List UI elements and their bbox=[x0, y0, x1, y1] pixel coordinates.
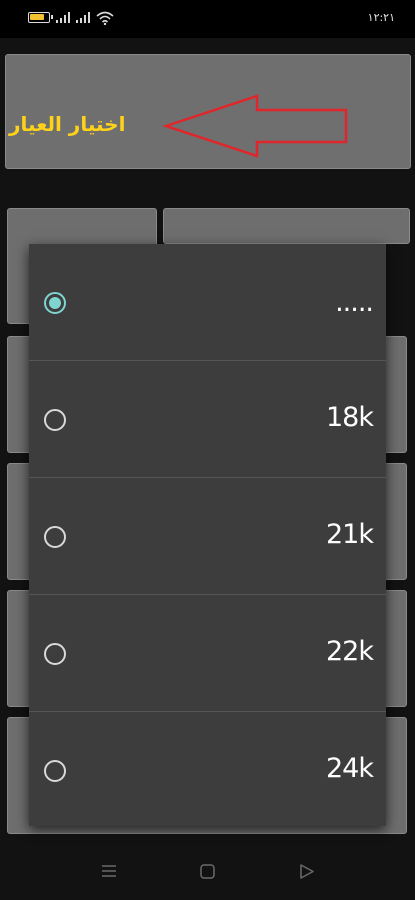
wifi-icon bbox=[96, 11, 114, 25]
battery-icon bbox=[28, 12, 53, 23]
option-item[interactable]: 18k bbox=[29, 361, 386, 478]
radio-button[interactable] bbox=[44, 526, 66, 548]
option-item[interactable]: 21k bbox=[29, 478, 386, 595]
menu-icon[interactable] bbox=[101, 864, 117, 878]
radio-button[interactable] bbox=[44, 643, 66, 665]
radio-button[interactable] bbox=[44, 760, 66, 782]
option-label: 18k bbox=[326, 402, 374, 433]
status-time: ١٢:٢١ bbox=[367, 11, 395, 24]
radio-button[interactable] bbox=[44, 409, 66, 431]
option-item[interactable]: ..... bbox=[29, 244, 386, 361]
radio-button-selected[interactable] bbox=[44, 292, 66, 314]
navigation-bar bbox=[0, 846, 415, 900]
karat-selection-dialog: ..... 18k 21k 22k 24k bbox=[29, 244, 386, 826]
option-item[interactable]: 24k bbox=[29, 712, 386, 829]
annotation-label: اختيار العيار bbox=[9, 112, 126, 136]
signal-icon bbox=[76, 12, 90, 23]
red-arrow-icon bbox=[162, 94, 348, 158]
signal-icon bbox=[56, 12, 70, 23]
option-label: 24k bbox=[326, 753, 374, 784]
back-icon[interactable] bbox=[299, 864, 314, 879]
option-label: 21k bbox=[326, 519, 374, 550]
option-label: 22k bbox=[326, 636, 374, 667]
option-item[interactable]: 22k bbox=[29, 595, 386, 712]
option-label: ..... bbox=[335, 287, 374, 318]
background-card bbox=[163, 208, 410, 244]
status-bar: ١٢:٢١ bbox=[0, 0, 415, 38]
home-icon[interactable] bbox=[200, 864, 215, 879]
